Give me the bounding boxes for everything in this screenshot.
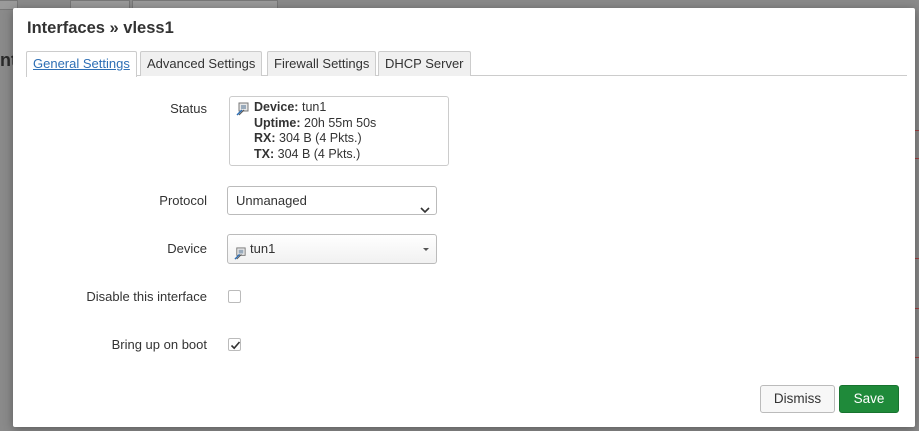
device-label: Device (167, 241, 207, 256)
network-port-icon (234, 242, 247, 270)
dialog-title: Interfaces » vless1 (27, 19, 174, 37)
status-tx-key: TX: (254, 146, 275, 161)
status-uptime-key: Uptime: (254, 115, 301, 130)
status-device-value: tun1 (301, 100, 327, 114)
protocol-value: Unmanaged (236, 193, 307, 208)
protocol-select[interactable]: Unmanaged (227, 186, 437, 215)
status-uptime-value: 20h 55m 50s (304, 115, 377, 130)
tab-dhcp-server[interactable]: DHCP Server (378, 51, 471, 76)
disable-interface-label: Disable this interface (86, 289, 207, 304)
caret-down-icon (423, 248, 429, 251)
tab-general-settings[interactable]: General Settings (26, 51, 137, 77)
status-box: Device: tun1 Uptime: 20h 55m 50s RX: 304… (229, 96, 449, 166)
device-select[interactable]: tun1 (227, 234, 437, 264)
save-button[interactable]: Save (839, 385, 899, 413)
network-port-icon (236, 102, 250, 121)
tab-bar: General Settings Advanced Settings Firew… (26, 51, 907, 77)
bring-up-on-boot-label: Bring up on boot (111, 337, 207, 352)
status-label: Status (170, 101, 207, 116)
chevron-down-icon (420, 196, 430, 223)
bring-up-on-boot-checkbox[interactable] (228, 338, 241, 351)
interface-edit-dialog: Interfaces » vless1 General Settings Adv… (13, 8, 915, 427)
dismiss-button[interactable]: Dismiss (760, 385, 835, 413)
status-rx-key: RX: (254, 131, 276, 145)
tab-firewall-settings[interactable]: Firewall Settings (267, 51, 377, 76)
status-device-key: Device: (254, 100, 299, 114)
tab-advanced-settings[interactable]: Advanced Settings (140, 51, 263, 76)
status-rx-value: 304 B (4 Pkts.) (279, 131, 362, 145)
protocol-label: Protocol (159, 193, 207, 208)
disable-interface-checkbox[interactable] (228, 290, 241, 303)
device-value: tun1 (250, 241, 276, 256)
status-tx-value: 304 B (4 Pkts.) (277, 146, 361, 161)
check-icon (230, 341, 241, 350)
